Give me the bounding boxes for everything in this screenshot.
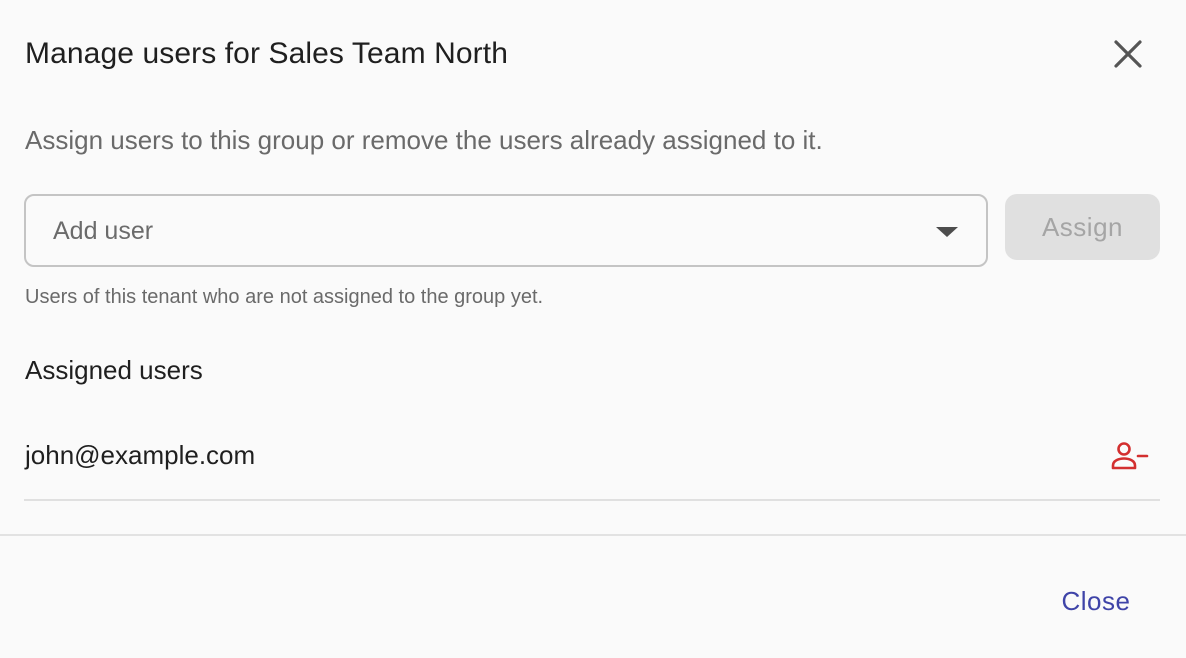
add-user-select[interactable]: Add user [24,194,988,267]
footer-divider [0,534,1186,536]
assigned-users-heading: Assigned users [25,355,203,385]
person-remove-icon[interactable] [1108,436,1152,476]
add-user-placeholder: Add user [53,217,154,245]
close-button[interactable]: Close [1040,576,1152,626]
user-email: john@example.com [25,440,256,470]
add-user-helper-text: Users of this tenant who are not assigne… [25,286,544,308]
chevron-down-icon [936,227,958,237]
dialog-description: Assign users to this group or remove the… [25,125,823,155]
list-item: john@example.com [24,410,1160,501]
dialog-title: Manage users for Sales Team North [25,37,508,70]
close-icon[interactable] [1106,32,1150,76]
assign-button[interactable]: Assign [1005,194,1160,260]
manage-users-dialog: Manage users for Sales Team North Assign… [0,0,1186,658]
